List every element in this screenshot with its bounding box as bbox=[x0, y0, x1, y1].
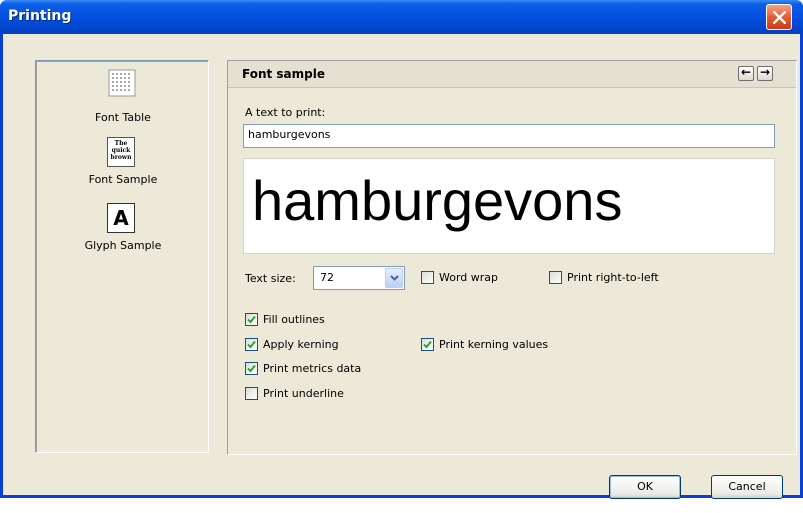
sidebar-item-glyph-sample[interactable]: A Glyph Sample bbox=[36, 203, 210, 263]
text-to-print-label: A text to print: bbox=[245, 106, 326, 119]
print-metrics-data-label: Print metrics data bbox=[263, 362, 362, 375]
checkbox-box[interactable] bbox=[421, 271, 434, 284]
close-icon bbox=[773, 11, 786, 24]
sidebar-item-label: Font Sample bbox=[88, 173, 158, 186]
checkbox-box[interactable] bbox=[549, 271, 562, 284]
preview-text: hamburgevons bbox=[252, 169, 623, 232]
window-title: Printing bbox=[8, 8, 72, 24]
checkbox-box[interactable] bbox=[245, 313, 258, 326]
chevron-down-icon bbox=[390, 275, 399, 281]
preview-area: hamburgevons bbox=[243, 158, 775, 254]
checkbox-box[interactable] bbox=[245, 387, 258, 400]
checkbox-box[interactable] bbox=[421, 338, 434, 351]
text-to-print-input[interactable]: hamburgevons bbox=[243, 124, 775, 148]
print-kerning-values-label: Print kerning values bbox=[439, 338, 549, 351]
sidebar-item-label: Glyph Sample bbox=[84, 239, 162, 252]
text-size-value: 72 bbox=[320, 271, 334, 284]
word-wrap-label: Word wrap bbox=[439, 271, 499, 284]
checkmark-icon bbox=[247, 315, 256, 324]
text-size-select[interactable]: 72 bbox=[313, 266, 405, 290]
dropdown-button[interactable] bbox=[385, 268, 403, 288]
checkmark-icon bbox=[247, 340, 256, 349]
sidebar-item-font-sample[interactable]: The quick brown Font Sample bbox=[36, 137, 210, 197]
apply-kerning-label: Apply kerning bbox=[263, 338, 339, 351]
back-button[interactable]: ← bbox=[738, 65, 754, 81]
title-bar[interactable]: Printing bbox=[0, 0, 803, 34]
arrow-right-icon: → bbox=[759, 65, 771, 79]
sidebar-item-font-table[interactable]: Font Table bbox=[36, 69, 210, 129]
checkmark-icon bbox=[247, 364, 256, 373]
panel-title: Font sample bbox=[242, 67, 325, 81]
close-button[interactable] bbox=[766, 4, 792, 30]
fill-outlines-label: Fill outlines bbox=[263, 313, 325, 326]
sample-type-sidebar: Font Table The quick brown Font Sample A… bbox=[35, 60, 209, 453]
print-rtl-label: Print right-to-left bbox=[567, 271, 659, 284]
checkbox-box[interactable] bbox=[245, 338, 258, 351]
font-sample-icon: The quick brown bbox=[107, 137, 135, 167]
text-size-label: Text size: bbox=[245, 272, 296, 285]
glyph-sample-icon: A bbox=[107, 203, 135, 233]
checkmark-icon bbox=[423, 340, 432, 349]
ok-button[interactable]: OK bbox=[609, 475, 681, 499]
printing-dialog: Printing Font Table The quick brown Font… bbox=[0, 0, 803, 499]
print-underline-label: Print underline bbox=[263, 387, 344, 400]
sidebar-item-label: Font Table bbox=[95, 111, 151, 124]
cancel-button[interactable]: Cancel bbox=[711, 475, 783, 499]
font-table-icon bbox=[108, 69, 136, 97]
arrow-left-icon: ← bbox=[740, 65, 752, 79]
checkbox-box[interactable] bbox=[245, 362, 258, 375]
forward-button[interactable]: → bbox=[757, 65, 773, 81]
panel-header: Font sample ← → bbox=[228, 61, 796, 88]
